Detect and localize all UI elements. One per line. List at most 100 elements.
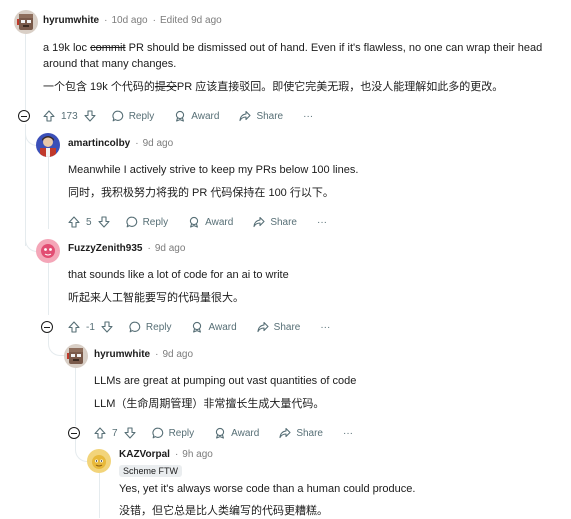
timestamp[interactable]: 9d ago bbox=[143, 138, 174, 149]
thread-line bbox=[75, 368, 76, 426]
comment-actions: 7 Reply Award Share ··· bbox=[94, 425, 353, 441]
downvote-button[interactable] bbox=[84, 110, 96, 122]
share-label: Share bbox=[256, 110, 284, 122]
comment-text: that sounds like a lot of code for an ai… bbox=[68, 269, 289, 281]
reply-label: Reply bbox=[128, 110, 155, 122]
user-flair: Scheme FTW bbox=[119, 465, 183, 477]
comment-actions: 173 Reply Award Share ··· bbox=[43, 108, 313, 124]
avatar-character-icon bbox=[36, 133, 60, 157]
collapse-button[interactable] bbox=[68, 427, 80, 439]
collapse-button[interactable] bbox=[18, 110, 30, 122]
vote-score: -1 bbox=[86, 321, 95, 333]
timestamp[interactable]: 9h ago bbox=[182, 449, 213, 460]
arrow-up-icon bbox=[43, 110, 55, 122]
text-part: a 19k loc bbox=[43, 42, 91, 54]
vote-score: 5 bbox=[86, 216, 92, 228]
author-name[interactable]: FuzzyZenith935 bbox=[68, 243, 142, 254]
comment-meta: KAZVorpal · 9h ago bbox=[119, 446, 213, 462]
thread-line bbox=[25, 34, 26, 110]
share-arrow-icon bbox=[239, 110, 251, 122]
upvote-button[interactable] bbox=[68, 321, 80, 333]
separator-dot: · bbox=[152, 14, 156, 26]
downvote-button[interactable] bbox=[101, 321, 113, 333]
more-options-button[interactable]: ··· bbox=[303, 111, 313, 122]
separator-dot: · bbox=[155, 348, 159, 360]
downvote-button[interactable] bbox=[124, 427, 136, 439]
reply-button[interactable]: Reply bbox=[129, 321, 172, 333]
reply-button[interactable]: Reply bbox=[126, 216, 169, 228]
award-icon bbox=[215, 427, 225, 439]
timestamp[interactable]: 10d ago bbox=[111, 15, 147, 26]
reply-button[interactable]: Reply bbox=[112, 110, 155, 122]
award-icon bbox=[193, 321, 202, 333]
strikethrough-text: commit bbox=[90, 42, 126, 54]
comment-meta: amartincolby · 9d ago bbox=[68, 135, 173, 151]
speech-bubble-icon bbox=[112, 110, 123, 122]
comment-body: Meanwhile I actively strive to keep my P… bbox=[68, 162, 563, 201]
vote-score: 173 bbox=[61, 110, 78, 122]
reply-label: Reply bbox=[145, 321, 172, 333]
avatar[interactable] bbox=[14, 10, 38, 34]
avatar[interactable] bbox=[36, 133, 60, 157]
translation-text: 听起来人工智能要写的代码量很大。 bbox=[68, 292, 244, 304]
share-label: Share bbox=[273, 321, 301, 333]
strikethrough-text: 提交 bbox=[154, 81, 177, 93]
avatar[interactable] bbox=[36, 239, 60, 263]
comment-meta: hyrumwhite · 10d ago · Edited 9d ago bbox=[43, 12, 222, 28]
comment-body: Yes, yet it's always worse code than a h… bbox=[119, 481, 564, 519]
avatar[interactable] bbox=[87, 449, 111, 473]
author-name[interactable]: KAZVorpal bbox=[119, 449, 170, 460]
translation-text: LLM（生命周期管理）非常擅长生成大量代码。 bbox=[94, 398, 325, 410]
arrow-down-icon bbox=[84, 110, 96, 122]
reply-button[interactable]: Reply bbox=[152, 427, 195, 439]
avatar-robot-icon bbox=[64, 344, 88, 368]
arrow-up-icon bbox=[94, 427, 106, 439]
share-button[interactable]: Share bbox=[257, 321, 301, 333]
award-button[interactable]: Award bbox=[214, 427, 259, 439]
award-icon bbox=[176, 110, 185, 122]
share-label: Share bbox=[270, 216, 297, 228]
share-button[interactable]: Share bbox=[253, 216, 297, 228]
downvote-button[interactable] bbox=[98, 216, 110, 228]
comment-text: a 19k loc commit PR should be dismissed … bbox=[43, 40, 569, 72]
arrow-down-icon bbox=[101, 321, 113, 333]
more-options-button[interactable]: ··· bbox=[317, 217, 327, 228]
more-options-button[interactable]: ··· bbox=[320, 322, 330, 333]
separator-dot: · bbox=[135, 137, 139, 149]
text-part: PR 应该直接驳回。即使它完美无瑕，也没人能理解如此多的更改。 bbox=[176, 81, 504, 93]
reply-label: Reply bbox=[142, 216, 169, 228]
timestamp[interactable]: 9d ago bbox=[162, 349, 193, 360]
timestamp[interactable]: 9d ago bbox=[155, 243, 186, 254]
share-arrow-icon bbox=[257, 321, 269, 333]
share-button[interactable]: Share bbox=[279, 427, 323, 439]
thread-line bbox=[99, 473, 100, 518]
upvote-button[interactable] bbox=[68, 216, 80, 228]
award-button[interactable]: Award bbox=[174, 110, 219, 122]
comment-actions: 5 Reply Award Share ··· bbox=[68, 214, 327, 230]
more-options-button[interactable]: ··· bbox=[343, 428, 353, 439]
upvote-button[interactable] bbox=[43, 110, 55, 122]
arrow-up-icon bbox=[68, 216, 80, 228]
upvote-button[interactable] bbox=[94, 427, 106, 439]
thread-elbow bbox=[75, 439, 88, 462]
author-name[interactable]: hyrumwhite bbox=[43, 15, 99, 26]
award-button[interactable]: Award bbox=[188, 216, 233, 228]
arrow-down-icon bbox=[98, 216, 110, 228]
vote-score: 7 bbox=[112, 427, 118, 439]
avatar-character-icon bbox=[36, 239, 60, 263]
comment-text: Meanwhile I actively strive to keep my P… bbox=[68, 164, 359, 176]
edited-label: Edited 9d ago bbox=[159, 14, 222, 26]
award-button[interactable]: Award bbox=[191, 321, 237, 333]
author-name[interactable]: amartincolby bbox=[68, 138, 130, 149]
thread-line bbox=[48, 157, 49, 229]
share-button[interactable]: Share bbox=[239, 110, 283, 122]
avatar[interactable] bbox=[64, 344, 88, 368]
arrow-down-icon bbox=[124, 427, 136, 439]
collapse-button[interactable] bbox=[41, 321, 53, 333]
arrow-up-icon bbox=[68, 321, 80, 333]
thread-elbow bbox=[25, 140, 37, 252]
author-name[interactable]: hyrumwhite bbox=[94, 349, 150, 360]
avatar-robot-icon bbox=[14, 10, 38, 34]
translation-text: 同时，我积极努力将我的 PR 代码保持在 100 行以下。 bbox=[68, 187, 334, 199]
reply-label: Reply bbox=[168, 427, 195, 439]
